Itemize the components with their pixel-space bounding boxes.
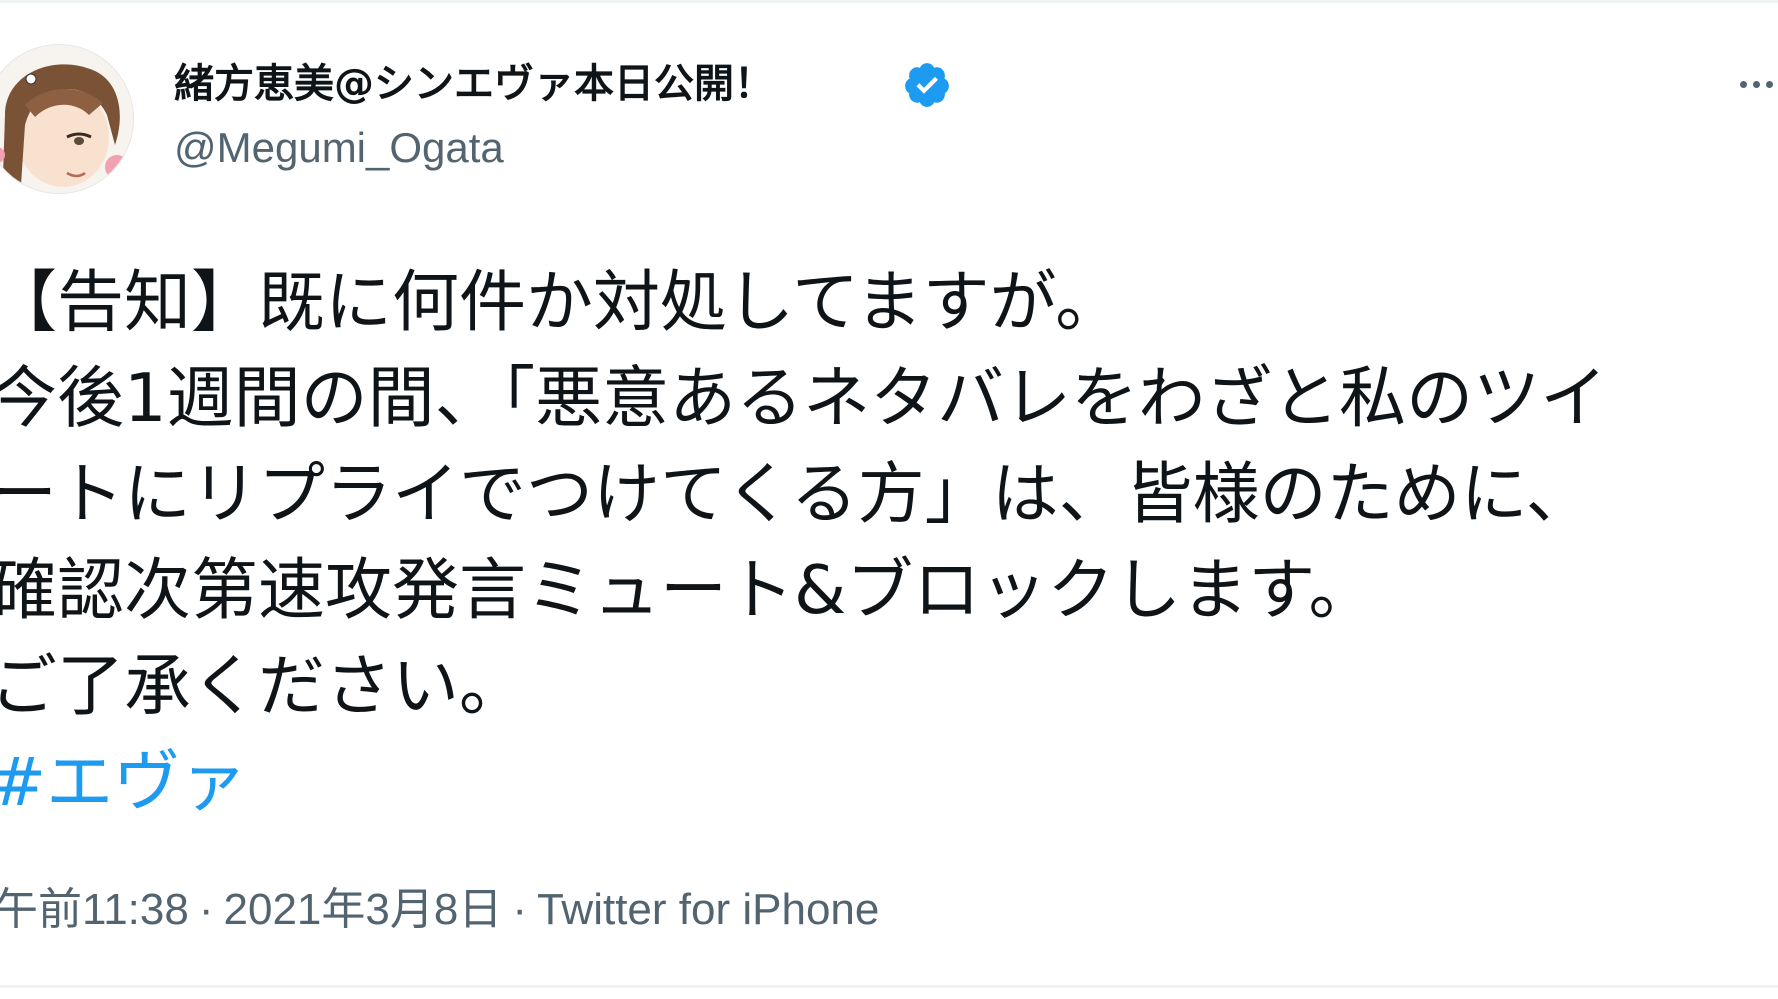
tweet-card: 緒方恵美@シンエヴァ本日公開！ @Megumi_Ogata 【告知】既に何件か対… xyxy=(0,0,1778,999)
avatar[interactable] xyxy=(0,44,134,194)
tweet-metadata: 午前11:38 · 2021年3月8日 · Twitter for iPhone xyxy=(0,880,879,940)
tweet-date[interactable]: 2021年3月8日 xyxy=(224,885,503,934)
avatar-illustration-icon xyxy=(0,45,133,193)
more-horizontal-icon-dot xyxy=(1753,80,1760,88)
hashtag-link[interactable]: #エヴァ xyxy=(0,743,247,821)
meta-separator: · xyxy=(512,885,527,934)
tweet-time[interactable]: 午前11:38 xyxy=(0,885,189,934)
hashtag-line: #エヴァ xyxy=(0,734,1607,830)
verified-badge-icon xyxy=(905,63,949,107)
meta-separator: · xyxy=(198,885,214,934)
tweet-text-line: ご了承ください。 xyxy=(0,647,526,725)
author-handle[interactable]: @Megumi_Ogata xyxy=(174,122,504,174)
tweet-text: 【告知】既に何件か対処してますが。 今後1週間の間、「悪意あるネタバレをわざと私… xyxy=(0,254,1607,830)
tweet-text-line: ートにリプライでつけてくる方」は、皆様のために、 xyxy=(0,455,1593,533)
more-options-button[interactable] xyxy=(1740,64,1778,104)
more-horizontal-icon-dot xyxy=(1766,80,1773,88)
top-divider xyxy=(0,0,1778,3)
tweet-text-line: 確認次第速攻発言ミュート&ブロックします。 xyxy=(0,551,1376,629)
tweet-text-line: 今後1週間の間、「悪意あるネタバレをわざと私のツイ xyxy=(0,359,1608,437)
author-display-name[interactable]: 緒方恵美@シンエヴァ本日公開！ xyxy=(174,58,774,110)
bottom-divider xyxy=(0,985,1778,988)
tweet-text-line: 【告知】既に何件か対処してますが。 xyxy=(0,263,1123,341)
more-horizontal-icon xyxy=(1740,80,1747,88)
tweet-source-link[interactable]: Twitter for iPhone xyxy=(537,885,879,934)
